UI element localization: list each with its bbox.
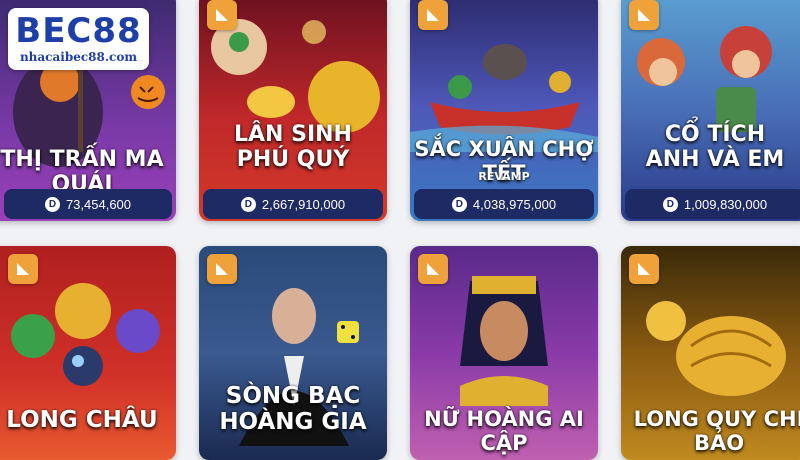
game-title: LONG CHÂU <box>0 407 176 434</box>
jackpot-amount: D 4,038,975,000 <box>414 189 594 219</box>
jackpot-value: 1,009,830,000 <box>683 196 768 212</box>
provider-play-icon <box>207 0 237 30</box>
jackpot-value: 4,038,975,000 <box>472 196 557 212</box>
game-title-line: SÒNG BẠC <box>225 383 361 409</box>
game-title: CỔ TÍCH ANH VÀ EM <box>621 122 800 172</box>
game-card-long-chau[interactable]: LONG CHÂU <box>0 246 176 460</box>
game-title-line: HOÀNG GIA <box>219 408 367 435</box>
coin-icon: D <box>662 196 678 212</box>
jackpot-value: 2,667,910,000 <box>261 196 346 212</box>
game-title-line: LONG QUY CHI BẢO <box>633 407 800 455</box>
game-title-line: LÂN SINH <box>234 122 352 147</box>
site-logo[interactable]: BEC88 nhacaibec88.com <box>8 8 149 70</box>
provider-play-icon <box>629 254 659 284</box>
game-title: SÒNG BẠC HOÀNG GIA <box>199 383 387 436</box>
coin-icon: D <box>451 196 467 212</box>
game-title: LONG QUY CHI BẢO <box>621 407 800 455</box>
coin-icon: D <box>44 196 60 212</box>
jackpot-amount: D 73,454,600 <box>4 189 172 219</box>
game-title: LÂN SINH PHÚ QUÝ <box>199 122 387 172</box>
game-art-lion-dance <box>199 0 387 221</box>
provider-play-icon <box>629 0 659 30</box>
game-card-song-bac-hoang-gia[interactable]: SÒNG BẠC HOÀNG GIA <box>199 246 387 460</box>
game-title: NỮ HOÀNG AI CẬP <box>410 407 598 455</box>
game-card-nu-hoang-ai-cap[interactable]: NỮ HOÀNG AI CẬP <box>410 246 598 460</box>
game-title-line: PHÚ QUÝ <box>236 146 350 172</box>
provider-play-icon <box>418 254 448 284</box>
game-title-line: CỔ TÍCH <box>664 122 766 147</box>
game-art-spring-market <box>410 0 598 221</box>
jackpot-value: 73,454,600 <box>65 196 132 212</box>
game-card-lan-sinh-phu-quy[interactable]: LÂN SINH PHÚ QUÝ D 2,667,910,000 <box>199 0 387 221</box>
game-card-co-tich-anh-va-em[interactable]: CỔ TÍCH ANH VÀ EM D 1,009,830,000 <box>621 0 800 221</box>
jackpot-amount: D 1,009,830,000 <box>625 189 800 219</box>
logo-site: nhacaibec88.com <box>19 50 138 64</box>
game-title-line: ANH VÀ EM <box>645 146 785 172</box>
jackpot-amount: D 2,667,910,000 <box>203 189 383 219</box>
game-title-line: NỮ HOÀNG AI CẬP <box>424 407 584 455</box>
game-art-fairytale <box>621 0 800 221</box>
game-title-line: LONG CHÂU <box>6 407 158 433</box>
logo-brand: BEC88 <box>15 11 142 51</box>
game-card-long-quy-chi-bao[interactable]: LONG QUY CHI BẢO <box>621 246 800 460</box>
coin-icon: D <box>240 196 256 212</box>
game-subtitle: REVAMP <box>478 170 530 183</box>
provider-play-icon <box>418 0 448 30</box>
provider-play-icon <box>207 254 237 284</box>
game-card-sac-xuan-cho-tet[interactable]: SẮC XUÂN CHỢ TẾT REVAMP D 4,038,975,000 <box>410 0 598 221</box>
provider-play-icon <box>8 254 38 284</box>
